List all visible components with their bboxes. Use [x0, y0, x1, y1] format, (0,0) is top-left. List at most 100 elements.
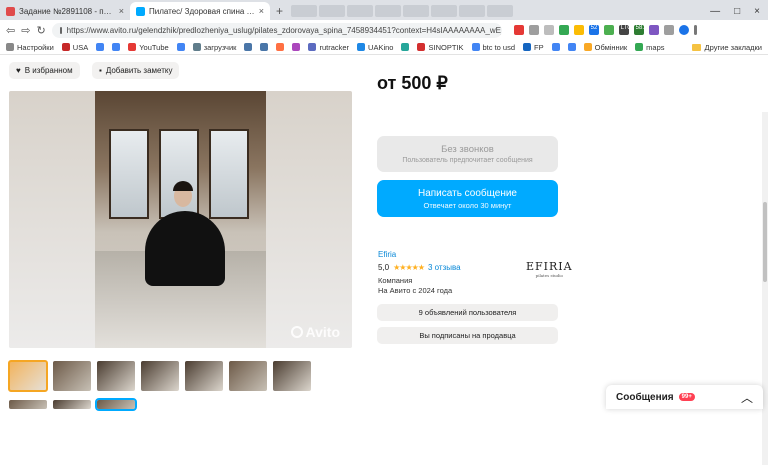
thumbnail-strip-2 — [9, 398, 137, 411]
tab-title: Задание №2891108 - просмотр з — [19, 6, 115, 16]
other-tabs — [291, 2, 514, 20]
browser-tab-mini[interactable] — [431, 5, 458, 17]
scrollbar-thumb[interactable] — [763, 202, 767, 282]
browser-tab-2[interactable]: Пилатес/ Здоровая спина в Геле × — [130, 2, 270, 20]
messages-label: Сообщения — [616, 391, 674, 403]
seller-since: На Авито с 2024 года — [378, 286, 453, 295]
bookmark-page[interactable] — [276, 43, 285, 51]
window-decor — [209, 129, 249, 219]
ltc-badge[interactable]: LTC — [618, 25, 632, 35]
google-icon — [471, 43, 480, 51]
bookmark-exchanger[interactable]: Обмінник — [583, 43, 627, 52]
thumbnail[interactable] — [9, 400, 47, 409]
puzzle-icon[interactable] — [663, 25, 674, 35]
profile-icon[interactable] — [678, 25, 689, 35]
bookmark-settings[interactable]: Настройки — [6, 43, 54, 52]
forward-icon[interactable]: ⇨ — [21, 24, 30, 37]
bookmark-google[interactable] — [112, 43, 121, 51]
bookmark-globe[interactable] — [401, 43, 410, 51]
scrollbar[interactable] — [762, 112, 768, 465]
gallery-blur-right — [266, 91, 352, 348]
bookmark-maps[interactable]: maps — [635, 43, 665, 52]
thumbnail[interactable] — [185, 361, 223, 391]
extension-icon[interactable] — [648, 25, 659, 35]
messages-count-badge: 99+ — [678, 393, 695, 401]
seller-name[interactable]: Efiria — [378, 250, 396, 259]
subscribed-button[interactable]: Вы подписаны на продавца — [377, 327, 558, 344]
new-tab-button[interactable]: + — [270, 2, 289, 20]
minimize-icon[interactable]: — — [710, 6, 720, 17]
bookmark-fp[interactable]: FP — [523, 43, 544, 52]
thumbnail[interactable] — [97, 361, 135, 391]
chevron-up-icon[interactable]: ︿ — [741, 389, 753, 406]
avito-logo-icon — [290, 326, 303, 338]
browser-tab-mini[interactable] — [403, 5, 430, 17]
page-icon — [292, 43, 301, 51]
thumbnail[interactable] — [95, 398, 137, 411]
thumbnail[interactable] — [53, 361, 91, 391]
extension-icon[interactable] — [513, 25, 524, 35]
bookmark-google[interactable] — [176, 43, 185, 51]
messages-panel[interactable]: Сообщения 99+ ︿ — [606, 385, 763, 409]
no-calls-button[interactable]: Без звонков Пользователь предпочитает со… — [377, 136, 558, 172]
close-window-icon[interactable]: × — [754, 6, 760, 17]
thumbnail[interactable] — [273, 361, 311, 391]
extension-badge[interactable]: 52 — [588, 25, 599, 35]
thumbnail[interactable] — [141, 361, 179, 391]
favorite-button[interactable]: ♥ В избранном — [9, 62, 80, 79]
close-icon[interactable]: × — [119, 6, 124, 16]
browser-tab-1[interactable]: Задание №2891108 - просмотр з × — [0, 2, 130, 20]
browser-tab-mini[interactable] — [487, 5, 514, 17]
main-photo[interactable] — [95, 91, 266, 348]
bookmark-page[interactable] — [292, 43, 301, 51]
seller-type: Компания — [378, 276, 413, 285]
bookmark-google[interactable] — [551, 43, 560, 51]
bookmark-sinoptik[interactable]: SINOPTIK — [417, 43, 464, 52]
extension-icon[interactable] — [573, 25, 584, 35]
ltc-price-badge[interactable]: 58.6 — [633, 25, 647, 35]
browser-tab-mini[interactable] — [319, 5, 346, 17]
close-icon[interactable]: × — [259, 6, 264, 16]
share-icon[interactable] — [528, 25, 539, 35]
bookmark-btc[interactable]: btc to usd — [471, 43, 515, 52]
extension-icon[interactable] — [558, 25, 569, 35]
address-bar[interactable]: https://www.avito.ru/gelendzhik/predlozh… — [51, 22, 502, 38]
seller-ads-button[interactable]: 9 объявлений пользователя — [377, 304, 558, 321]
reviews-link[interactable]: 3 отзыва — [428, 263, 461, 272]
browser-tab-mini[interactable] — [459, 5, 486, 17]
download-icon — [192, 43, 201, 51]
bookmarks-bar: Настройки USA YouTube загрузчик rutracke… — [0, 40, 768, 55]
browser-tab-mini[interactable] — [291, 5, 318, 17]
maximize-icon[interactable]: □ — [734, 6, 740, 17]
bookmark-youtube[interactable]: YouTube — [128, 43, 169, 52]
thumbnail[interactable] — [53, 400, 91, 409]
thumbnail[interactable] — [229, 361, 267, 391]
photo-gallery[interactable]: Avito — [9, 91, 352, 348]
bookmark-downloader[interactable]: загрузчик — [192, 43, 236, 52]
no-calls-subtitle: Пользователь предпочитает сообщения — [402, 157, 533, 164]
bookmark-google[interactable] — [567, 43, 576, 51]
star-icon: ★★★★★ — [393, 263, 425, 272]
other-bookmarks[interactable]: Другие закладки — [691, 43, 762, 52]
bookmark-vk[interactable] — [260, 43, 269, 51]
menu-icon[interactable] — [693, 25, 697, 35]
bookmark-usa[interactable]: USA — [61, 43, 88, 52]
response-time: Отвечает около 30 минут — [423, 200, 512, 210]
note-icon: ▪ — [99, 66, 102, 75]
add-note-button[interactable]: ▪ Добавить заметку — [92, 62, 180, 79]
bookmark-google[interactable] — [96, 43, 105, 51]
bookmark-star-icon[interactable] — [543, 25, 554, 35]
thumbnail[interactable] — [8, 360, 48, 392]
back-icon[interactable]: ⇦ — [6, 24, 15, 37]
reload-icon[interactable]: ↻ — [36, 24, 45, 37]
browser-tab-mini[interactable] — [347, 5, 374, 17]
bookmark-rutracker[interactable]: rutracker — [308, 43, 349, 52]
bookmark-uakino[interactable]: UAKino — [357, 43, 393, 52]
rating-value: 5,0 — [378, 263, 390, 272]
browser-tab-mini[interactable] — [375, 5, 402, 17]
bookmark-vk[interactable] — [244, 43, 253, 51]
window-decor — [109, 129, 149, 219]
write-message-button[interactable]: Написать сообщение Отвечает около 30 мин… — [377, 180, 558, 217]
extension-icon[interactable] — [603, 25, 614, 35]
seller-logo[interactable]: EFIRIA pilates studio — [526, 260, 573, 278]
